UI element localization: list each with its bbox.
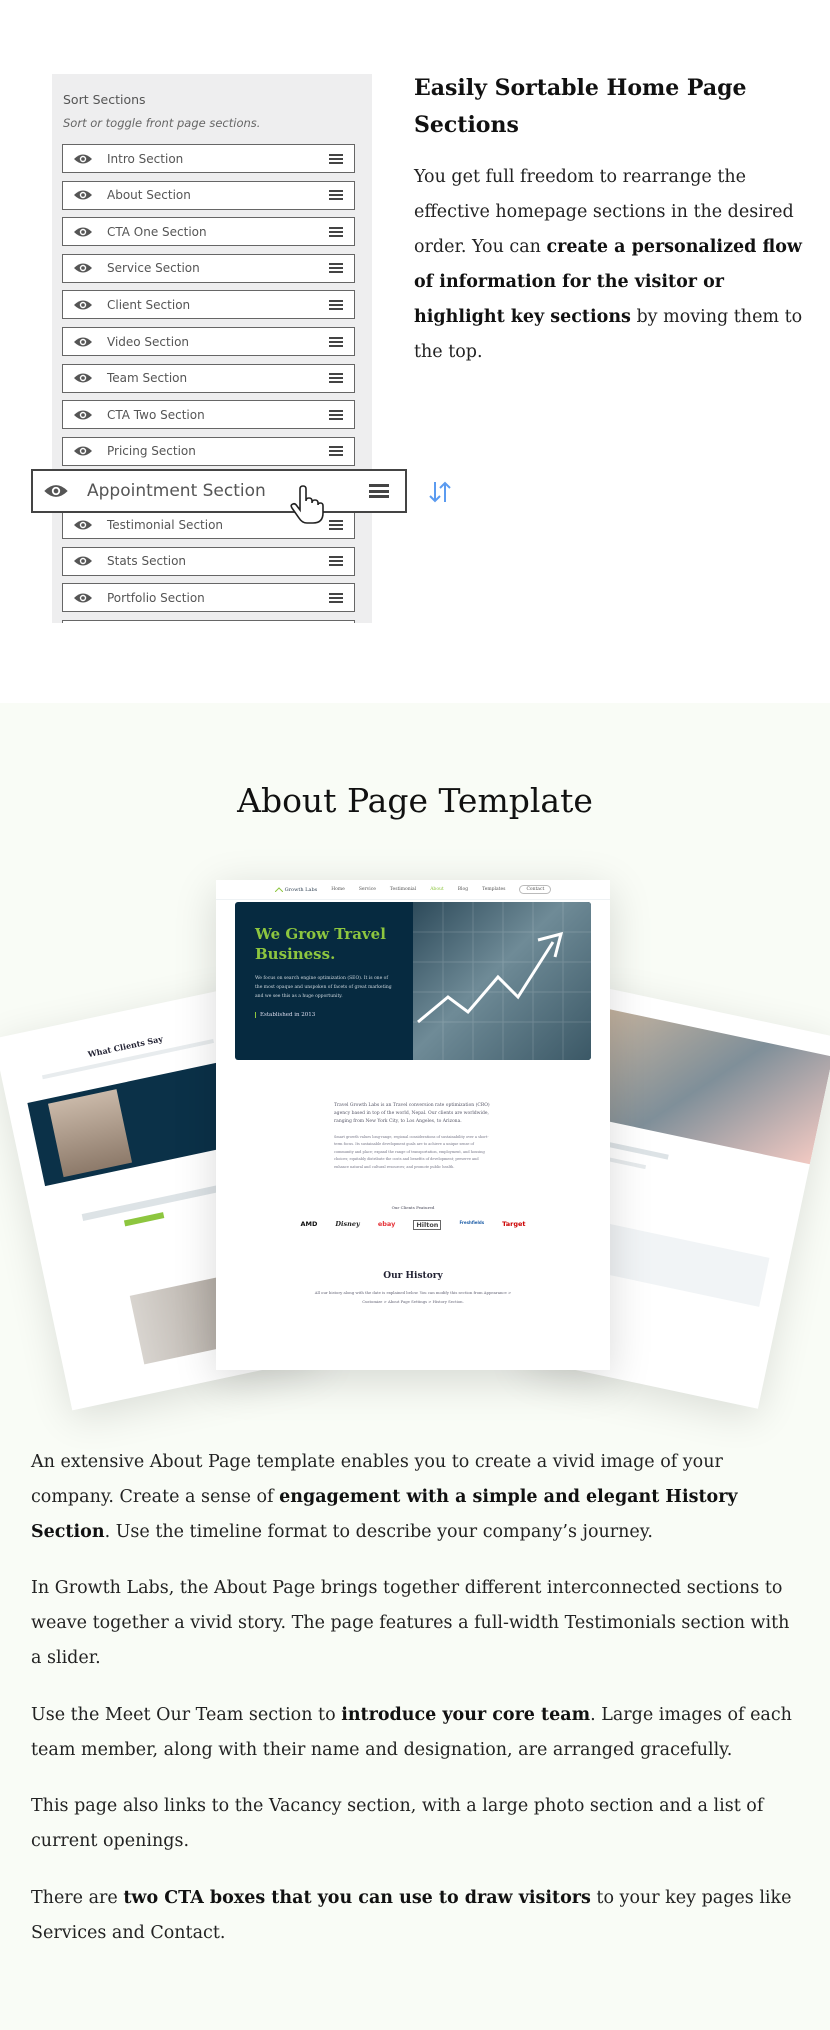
client-logo: Disney — [335, 1220, 360, 1228]
preview-clients-label: Our Clients Featured — [391, 1205, 435, 1210]
section-item-label: About Section — [107, 188, 191, 203]
preview-intro: Travel Growth Labs is an Travel conversi… — [334, 1103, 490, 1124]
hamburger-icon[interactable] — [329, 556, 343, 567]
hand-pointer-icon — [290, 485, 324, 524]
sort-section-item[interactable]: Service Section — [62, 253, 355, 283]
client-logo: Target — [502, 1220, 526, 1228]
chart-arrow-graphic — [413, 902, 591, 1060]
eye-icon[interactable] — [73, 189, 93, 201]
sort-arrows-icon — [429, 481, 451, 503]
eye-icon[interactable] — [73, 519, 93, 531]
hamburger-icon[interactable] — [329, 299, 343, 310]
section-item-label: Client Section — [107, 297, 191, 312]
preview-client-logos: AMD Disney ebay Hilton Freshfields Targe… — [216, 1220, 610, 1230]
sort-section-item[interactable]: About Section — [62, 180, 355, 210]
eye-icon[interactable] — [73, 226, 93, 238]
client-logo: ebay — [377, 1220, 396, 1228]
preview-logo: Growth Labs — [274, 887, 317, 893]
dragging-item-label: Appointment Section — [87, 481, 266, 501]
description-paragraph: An extensive About Page template enables… — [31, 1452, 738, 1542]
sort-section-item[interactable]: Client Section — [62, 290, 355, 320]
section-item-label: CTA One Section — [107, 224, 207, 239]
eye-icon[interactable] — [43, 483, 69, 499]
eye-icon[interactable] — [73, 409, 93, 421]
client-logo: AMD — [300, 1220, 318, 1228]
hamburger-icon[interactable] — [329, 153, 343, 164]
section-title: About Page Template — [237, 781, 593, 820]
eye-icon[interactable] — [73, 372, 93, 384]
preview-hero-title: We Grow Travel Business. — [255, 925, 386, 963]
preview-history-text: All our history along with the date is e… — [314, 1290, 512, 1304]
hamburger-icon[interactable] — [329, 190, 343, 201]
eye-icon[interactable] — [73, 299, 93, 311]
hamburger-icon[interactable] — [329, 373, 343, 384]
preview-nav: Growth Labs Home Service Testimonial Abo… — [216, 880, 610, 900]
sort-section-item[interactable]: CTA Two Section — [62, 400, 355, 430]
preview-contact-button: Contact — [519, 885, 552, 894]
panel-subtitle: Sort or toggle front page sections. — [63, 116, 261, 130]
sort-section-item[interactable]: Video Section — [62, 327, 355, 356]
preview-intro-small: Smart growth values long-range, regional… — [334, 1135, 489, 1169]
hamburger-icon[interactable] — [329, 446, 343, 457]
sort-sections-panel: Sort Sections Sort or toggle front page … — [52, 74, 372, 623]
feature-heading: Easily Sortable Home Page Sections — [414, 75, 747, 138]
section-item-label: Video Section — [107, 334, 190, 349]
eye-icon[interactable] — [73, 336, 93, 348]
eye-icon[interactable] — [73, 445, 93, 457]
dragging-section-item[interactable]: Appointment Section — [31, 469, 407, 513]
section-item-label: Service Section — [107, 261, 200, 276]
eye-icon[interactable] — [73, 555, 93, 567]
preview-nav-item: Blog — [457, 887, 469, 892]
sort-section-item[interactable]: Team Section — [62, 363, 355, 393]
description-paragraph: Use the Meet Our Team section to introdu… — [31, 1705, 792, 1760]
eye-icon[interactable] — [73, 262, 93, 274]
preview-nav-item: Templates — [482, 887, 506, 892]
description-paragraph: This page also links to the Vacancy sect… — [31, 1796, 764, 1851]
sort-section-item[interactable]: Pricing Section — [62, 436, 355, 466]
preview-hero-text: We focus on search engine optimization (… — [255, 976, 392, 999]
sort-section-item[interactable]: Portfolio Section — [62, 583, 355, 613]
hamburger-icon[interactable] — [329, 519, 343, 530]
hamburger-icon[interactable] — [369, 484, 389, 498]
preview-nav-item: Service — [358, 887, 376, 892]
preview-hero-image — [413, 902, 591, 1060]
preview-nav-item: Home — [331, 887, 345, 892]
sort-section-item-partial[interactable] — [62, 619, 355, 623]
eye-icon[interactable] — [73, 153, 93, 165]
section-item-label: Intro Section — [107, 151, 184, 166]
preview-history-title: Our History — [383, 1271, 443, 1281]
hamburger-icon[interactable] — [329, 226, 343, 237]
description-paragraph: There are two CTA boxes that you can use… — [31, 1888, 792, 1943]
description-paragraph: In Growth Labs, the About Page brings to… — [31, 1578, 790, 1668]
eye-icon[interactable] — [73, 592, 93, 604]
panel-title: Sort Sections — [63, 92, 146, 107]
sort-section-item[interactable]: Stats Section — [62, 546, 355, 576]
hamburger-icon[interactable] — [329, 592, 343, 603]
sort-section-item[interactable]: CTA One Section — [62, 217, 355, 247]
hamburger-icon[interactable] — [329, 336, 343, 347]
section-item-label: Team Section — [107, 371, 188, 386]
section-item-label: CTA Two Section — [107, 407, 205, 422]
sort-section-item[interactable]: Intro Section — [62, 144, 355, 173]
preview-established: Established in 2013 — [255, 1012, 315, 1018]
hamburger-icon[interactable] — [329, 409, 343, 420]
about-template-section: About Page Template What Clients Say Gro… — [0, 703, 830, 2030]
section-item-label: Portfolio Section — [107, 590, 205, 605]
client-logo: Freshfields — [459, 1220, 485, 1225]
about-page-preview: Growth Labs Home Service Testimonial Abo… — [216, 880, 610, 1370]
feature-description: You get full freedom to rearrange the ef… — [414, 167, 803, 362]
preview-hero: We Grow Travel Business. We focus on sea… — [235, 902, 591, 1060]
section-item-label: Pricing Section — [107, 444, 196, 459]
client-logo: Hilton — [413, 1220, 442, 1230]
hamburger-icon[interactable] — [329, 263, 343, 274]
sortable-feature-section: Sort Sections Sort or toggle front page … — [0, 0, 830, 703]
section-item-label: Stats Section — [107, 554, 187, 569]
preview-nav-item: Testimonial — [389, 887, 417, 892]
preview-nav-item: About — [430, 887, 444, 892]
